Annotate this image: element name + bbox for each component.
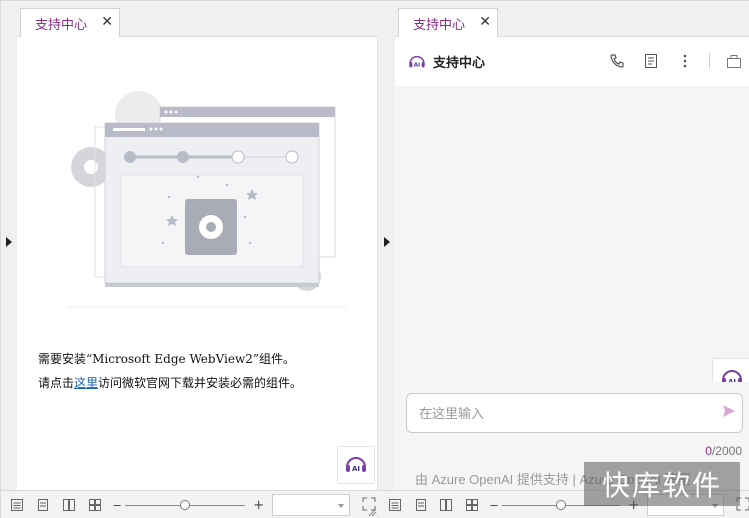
page-view-icon[interactable] — [411, 495, 431, 515]
left-pane: 支持中心 ✕ 需要安装“Microsoft Edge WebView2”组件。 … — [1, 1, 378, 490]
app-window: 支持中心 ✕ 需要安装“Microsoft Edge WebView2”组件。 … — [0, 0, 749, 518]
close-icon[interactable]: ✕ — [479, 14, 491, 30]
phone-icon[interactable] — [607, 51, 627, 71]
ai-badge-text: AI — [352, 465, 360, 473]
character-counter: 0/2000 — [705, 444, 742, 458]
left-content: 需要安装“Microsoft Edge WebView2”组件。 请点击这里访问… — [17, 37, 378, 490]
zoom-in-button[interactable]: + — [253, 498, 264, 513]
instruction-prefix: 请点击 — [38, 376, 75, 390]
send-icon[interactable] — [722, 404, 736, 418]
instruction-suffix: 访问微软官网下载并安装必需的组件。 — [98, 376, 303, 390]
chat-panel: AI 支持中心 在这里输入 0/2000 由 Azure OpenAI 提供支持… — [395, 37, 749, 490]
two-page-view-icon[interactable] — [436, 495, 456, 515]
download-link[interactable]: 这里 — [74, 376, 98, 390]
counter-max: /2000 — [711, 444, 742, 458]
expand-arrow-icon[interactable] — [6, 237, 12, 247]
zoom-out-button[interactable]: ‒ — [490, 498, 498, 513]
chat-header: AI 支持中心 — [395, 37, 749, 86]
two-page-view-icon[interactable] — [59, 495, 79, 515]
left-statusbar: ‒ + — [1, 490, 378, 518]
ai-badge-text: AI — [414, 62, 420, 68]
right-collapse-strip[interactable] — [379, 1, 395, 490]
expand-arrow-icon[interactable] — [384, 237, 390, 247]
chat-input[interactable] — [406, 393, 743, 433]
chat-messages-area: AI — [395, 86, 749, 398]
watermark: 快库软件 — [584, 462, 740, 506]
chat-title: 支持中心 — [433, 56, 486, 71]
ai-headset-icon: AI — [409, 55, 425, 68]
counter-current: 0 — [705, 444, 712, 458]
right-pane: 支持中心 ✕ AI 支持中心 在这里输入 0/2000 由 Azure Open… — [379, 1, 749, 490]
tab-support-center[interactable]: 支持中心 ✕ — [398, 8, 498, 38]
multi-page-view-icon[interactable] — [85, 495, 105, 515]
resize-grip-icon[interactable] — [367, 507, 377, 517]
tab-support-center[interactable]: 支持中心 ✕ — [20, 8, 120, 38]
tab-label: 支持中心 — [413, 18, 466, 33]
ai-headset-icon: AI — [346, 457, 366, 473]
sidebar-toggle-icon[interactable] — [724, 51, 744, 71]
zoom-out-button[interactable]: ‒ — [113, 498, 121, 513]
normal-view-icon[interactable] — [385, 495, 405, 515]
page-view-icon[interactable] — [33, 495, 53, 515]
install-illustration — [67, 91, 347, 308]
ai-assistant-button[interactable]: AI — [337, 446, 375, 484]
close-icon[interactable]: ✕ — [101, 14, 113, 30]
toolbar-separator — [709, 53, 710, 69]
zoom-thumb[interactable] — [556, 500, 567, 510]
header-toolbar — [607, 51, 744, 71]
notes-icon[interactable] — [641, 51, 661, 71]
zoom-thumb[interactable] — [180, 500, 191, 510]
right-tabbar: 支持中心 ✕ — [395, 1, 749, 38]
normal-view-icon[interactable] — [7, 495, 27, 515]
zoom-slider[interactable] — [125, 498, 246, 512]
left-tabbar: 支持中心 ✕ — [17, 1, 378, 38]
zoom-level-select[interactable] — [272, 494, 351, 516]
multi-page-view-icon[interactable] — [462, 495, 482, 515]
more-icon[interactable] — [675, 51, 695, 71]
left-collapse-strip[interactable] — [1, 1, 17, 490]
download-instructions: 请点击这里访问微软官网下载并安装必需的组件。 — [38, 374, 302, 391]
webview-required-message: 需要安装“Microsoft Edge WebView2”组件。 — [38, 352, 296, 366]
tab-label: 支持中心 — [35, 18, 88, 33]
